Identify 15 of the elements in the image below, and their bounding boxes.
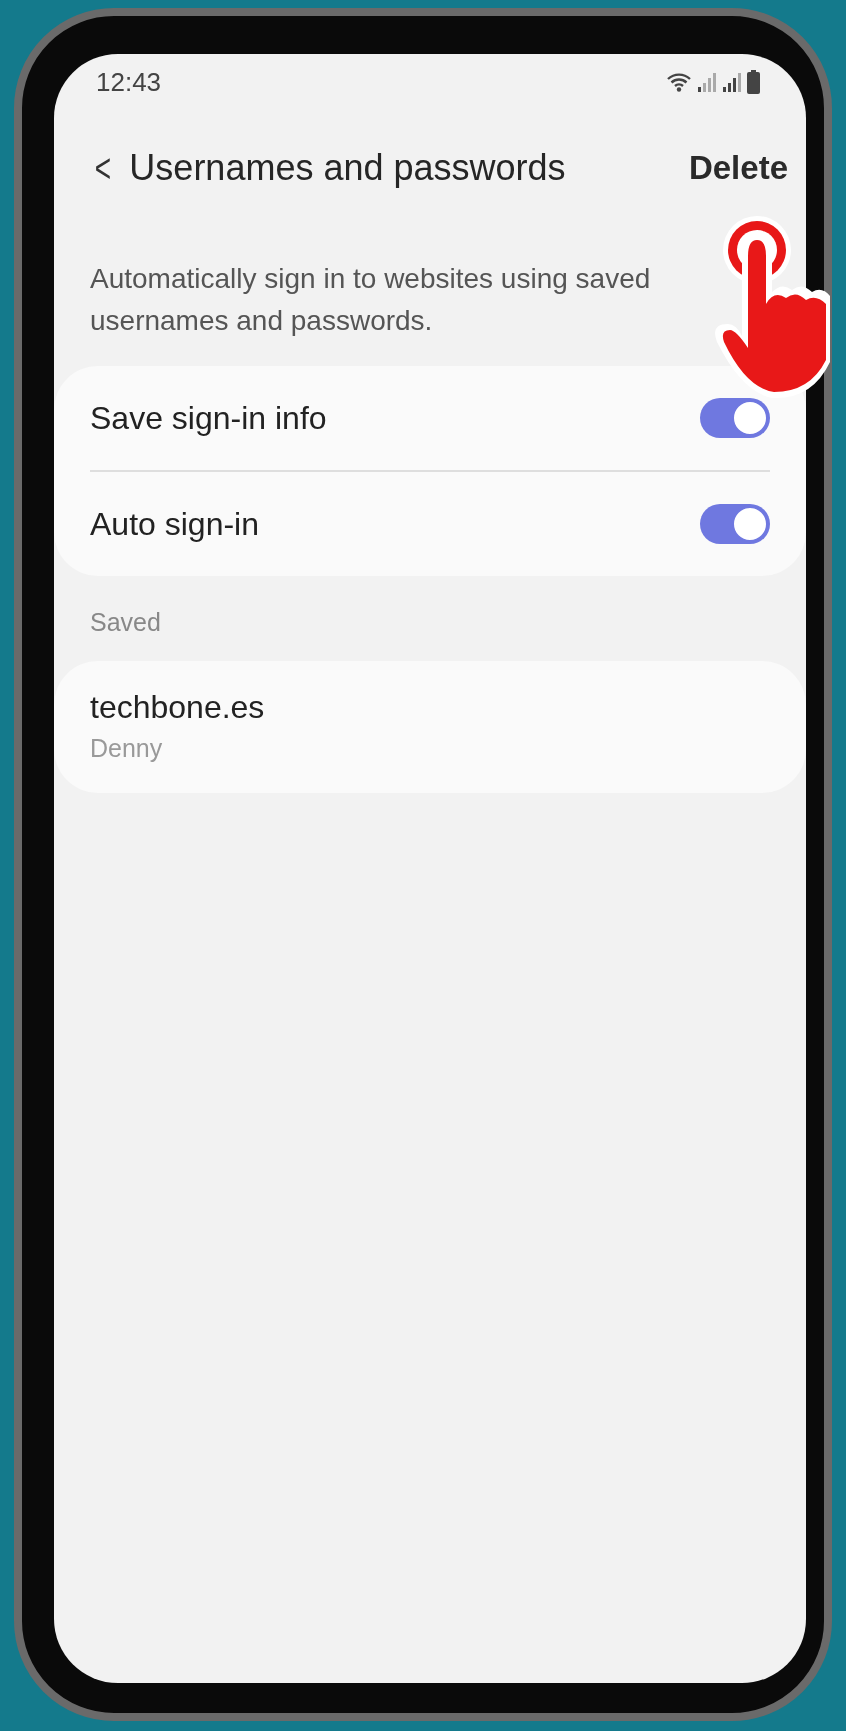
status-time: 12:43 xyxy=(96,66,162,98)
toggle-switch[interactable] xyxy=(700,398,770,438)
saved-entry[interactable]: techbone.es Denny xyxy=(90,661,770,793)
setting-label: Save sign-in info xyxy=(90,399,327,437)
wifi-icon xyxy=(666,71,692,93)
signal-icon xyxy=(697,71,717,93)
toggle-switch[interactable] xyxy=(700,504,770,544)
description-text: Automatically sign in to websites using saved usernames and passwords. xyxy=(90,262,652,338)
back-button[interactable]: < xyxy=(89,145,123,191)
section-heading: Saved xyxy=(90,608,162,637)
battery-icon xyxy=(747,70,760,94)
setting-label: Auto sign-in xyxy=(90,505,259,543)
delete-button[interactable]: Delete xyxy=(688,149,788,187)
page-title: Usernames and passwords xyxy=(129,147,567,189)
signal-icon xyxy=(722,71,742,93)
